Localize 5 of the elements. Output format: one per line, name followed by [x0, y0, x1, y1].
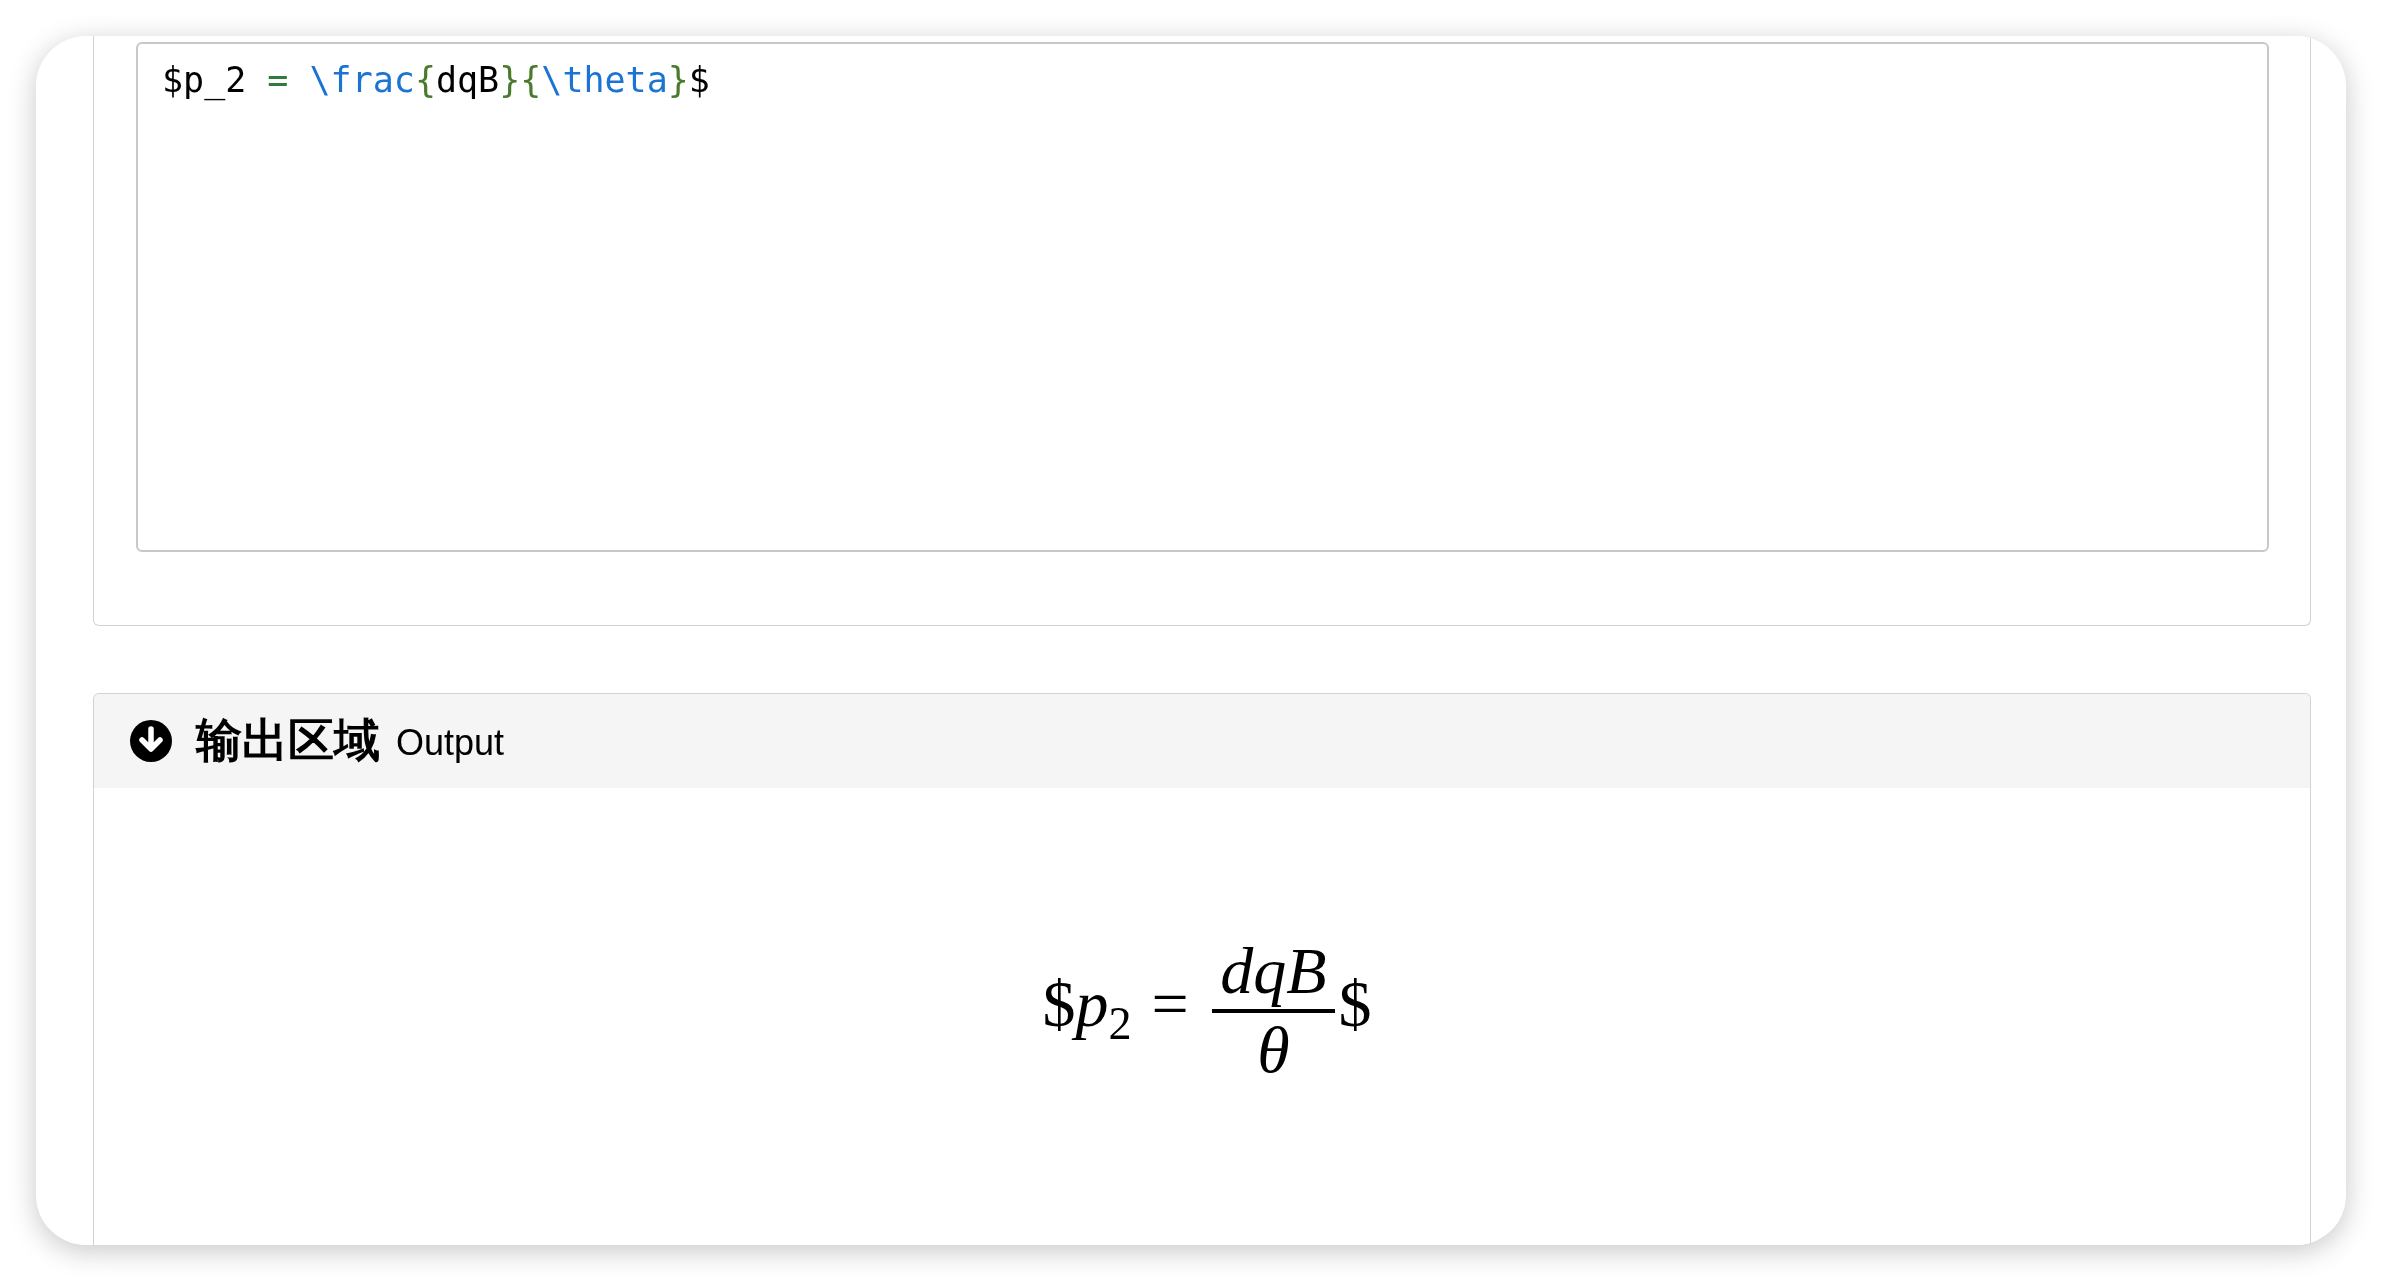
output-subtitle: Output — [396, 721, 505, 764]
arrow-down-circle-icon — [130, 720, 172, 762]
output-title: 输出区域 — [196, 713, 380, 768]
code-line: $p_2 = \frac{dqB}{\theta}$ — [162, 59, 711, 103]
code-editor-field[interactable]: $p_2 = \frac{dqB}{\theta}$ — [136, 42, 2269, 552]
